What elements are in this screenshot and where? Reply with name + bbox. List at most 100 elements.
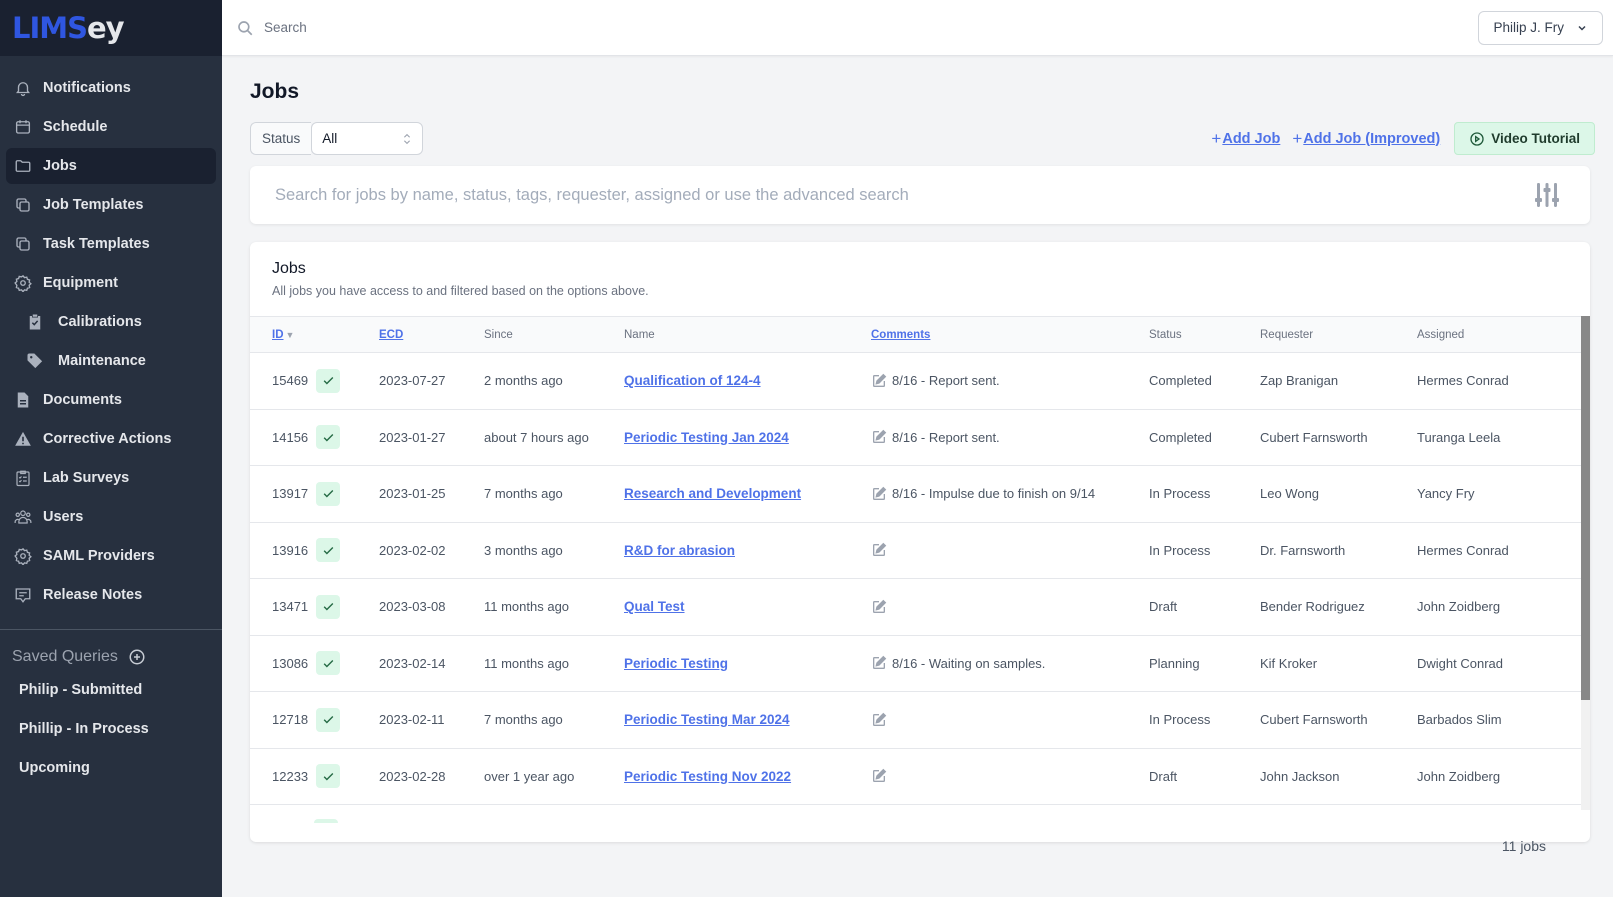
cell-comments xyxy=(871,748,1149,805)
edit-comment-icon[interactable] xyxy=(871,768,887,784)
logo-bar: LIMSey xyxy=(0,0,222,56)
add-job-improved-label: Add Job (Improved) xyxy=(1303,130,1441,147)
edit-comment-icon[interactable] xyxy=(871,486,887,502)
video-tutorial-button[interactable]: Video Tutorial xyxy=(1454,122,1595,155)
tag-icon xyxy=(26,352,44,370)
cell-comments: 8/16 - Impulse due to finish on 9/14 xyxy=(871,466,1149,523)
job-name-link[interactable]: Research and Development xyxy=(624,486,801,501)
cell-status: In Process xyxy=(1149,712,1211,728)
sidebar-item-equipment[interactable]: Equipment xyxy=(6,265,216,301)
cell-name: R&D for abrasion xyxy=(624,522,871,579)
job-name-link[interactable]: Periodic Testing Mar 2024 xyxy=(624,712,790,727)
job-name-link[interactable]: Periodic Testing Nov 2022 xyxy=(624,769,791,784)
status-filter-select[interactable]: All xyxy=(311,122,424,155)
check-icon xyxy=(316,425,341,450)
cell-assigned: John Zoidberg xyxy=(1417,768,1501,784)
edit-comment-icon[interactable] xyxy=(871,712,887,728)
job-name-link[interactable]: Periodic Testing Jan 2024 xyxy=(624,430,789,445)
cell-requester: John Jackson xyxy=(1260,768,1340,784)
sidebar-item-label: Task Templates xyxy=(43,236,150,252)
saved-query-item[interactable]: Phillip - In Process xyxy=(0,709,222,748)
plus-icon: + xyxy=(1292,128,1303,148)
job-name-link[interactable]: Periodic Testing xyxy=(624,656,728,671)
cell-id: 13917 xyxy=(250,466,379,523)
sidebar-item-notifications[interactable]: Notifications xyxy=(6,70,216,106)
column-header-since: Since xyxy=(484,328,513,341)
clipboard-list-icon xyxy=(14,469,32,487)
clipboard-check-icon xyxy=(26,313,44,331)
column-header-name: Name xyxy=(624,328,655,341)
plus-icon: + xyxy=(1211,128,1222,148)
cell-name: Periodic Testing Mar 2024 xyxy=(624,692,871,749)
cell-assigned: Barbados Slim xyxy=(1417,712,1502,728)
comment-text: 8/16 - Impulse due to finish on 9/14 xyxy=(892,486,1096,502)
sidebar-item-users[interactable]: Users xyxy=(6,499,216,535)
edit-comment-icon[interactable] xyxy=(871,429,887,445)
job-search-bar xyxy=(250,166,1590,224)
sidebar-item-label: SAML Providers xyxy=(43,548,155,564)
sidebar-item-task-templates[interactable]: Task Templates xyxy=(6,226,216,262)
sidebar-item-calibrations[interactable]: Calibrations xyxy=(6,304,216,340)
cell-requester: Zap Branigan xyxy=(1260,373,1339,389)
column-header-comments[interactable]: Comments xyxy=(871,317,1149,353)
app-logo[interactable]: LIMSey xyxy=(12,11,125,45)
cell-id: 12718 xyxy=(250,692,379,749)
edit-comment-icon[interactable] xyxy=(871,373,887,389)
cell-comments: 8/16 - Report sent. xyxy=(871,409,1149,466)
user-menu-button[interactable]: Philip J. Fry xyxy=(1478,10,1603,45)
copy-icon xyxy=(14,196,32,214)
add-job-link[interactable]: + Add Job xyxy=(1211,129,1280,149)
sidebar: LIMSey Notifications Schedule Jobs Job Temp… xyxy=(0,0,222,897)
table-scrollbar-thumb[interactable] xyxy=(1581,316,1590,700)
saved-query-item[interactable]: Upcoming xyxy=(0,748,222,787)
cell-comments xyxy=(871,579,1149,636)
check-icon xyxy=(316,538,341,563)
edit-comment-icon[interactable] xyxy=(871,542,887,558)
column-header-assigned: Assigned xyxy=(1417,328,1465,341)
cell-assigned: Dwight Conrad xyxy=(1417,655,1503,671)
sidebar-item-schedule[interactable]: Schedule xyxy=(6,109,216,145)
sidebar-item-release-notes[interactable]: Release Notes xyxy=(6,577,216,613)
global-search xyxy=(222,19,1478,37)
sidebar-item-saml-providers[interactable]: SAML Providers xyxy=(6,538,216,574)
sidebar-item-label: Documents xyxy=(43,392,122,408)
job-name-link[interactable]: Qual Test xyxy=(624,599,685,614)
sidebar-item-corrective-actions[interactable]: Corrective Actions xyxy=(6,421,216,457)
cell-id xyxy=(250,805,379,823)
table-scrollbar[interactable] xyxy=(1581,316,1590,810)
job-id: 13471 xyxy=(272,599,309,615)
edit-comment-icon[interactable] xyxy=(871,655,887,671)
comment-text: 8/16 - Waiting on samples. xyxy=(892,655,1046,671)
top-bar: Philip J. Fry xyxy=(222,0,1613,56)
jobs-table-container: ID ▼ ECD Since Name Comments Status Reque… xyxy=(250,316,1590,823)
column-header-id[interactable]: ID ▼ xyxy=(250,317,379,353)
sidebar-item-maintenance[interactable]: Maintenance xyxy=(6,343,216,379)
user-name: Philip J. Fry xyxy=(1493,20,1564,35)
cell-requester: Leo Wong xyxy=(1260,486,1320,502)
job-id: 14156 xyxy=(272,429,309,445)
cell-name: Periodic Testing xyxy=(624,635,871,692)
comment-text: 8/16 - Report sent. xyxy=(892,373,1000,389)
add-job-improved-link[interactable]: + Add Job (Improved) xyxy=(1292,129,1440,149)
sidebar-nav: Notifications Schedule Jobs Job Templates Ta… xyxy=(0,56,222,613)
sidebar-item-jobs[interactable]: Jobs xyxy=(6,148,216,184)
advanced-search-sliders-icon[interactable] xyxy=(1532,180,1562,210)
sidebar-item-job-templates[interactable]: Job Templates xyxy=(6,187,216,223)
check-icon xyxy=(314,819,338,823)
add-saved-query-icon[interactable] xyxy=(128,648,146,666)
saved-query-item[interactable]: Philip - Submitted xyxy=(0,670,222,709)
cell-comments xyxy=(871,522,1149,579)
job-name-link[interactable]: Qualification of 124-4 xyxy=(624,373,761,388)
edit-comment-icon[interactable] xyxy=(871,599,887,615)
column-header-ecd[interactable]: ECD xyxy=(379,317,484,353)
job-search-input[interactable] xyxy=(275,185,1532,205)
job-name-link[interactable]: R&D for abrasion xyxy=(624,543,735,558)
global-search-input[interactable] xyxy=(264,20,764,35)
sidebar-item-documents[interactable]: Documents xyxy=(6,382,216,418)
sidebar-item-label: Calibrations xyxy=(58,314,142,330)
table-row: 13916 2023-02-02 3 months ago R&D for abras… xyxy=(250,522,1582,579)
chevron-down-icon xyxy=(1578,25,1586,31)
column-id-label: ID xyxy=(272,328,284,341)
cell-ecd: 2023-01-25 xyxy=(379,486,446,502)
sidebar-item-lab-surveys[interactable]: Lab Surveys xyxy=(6,460,216,496)
